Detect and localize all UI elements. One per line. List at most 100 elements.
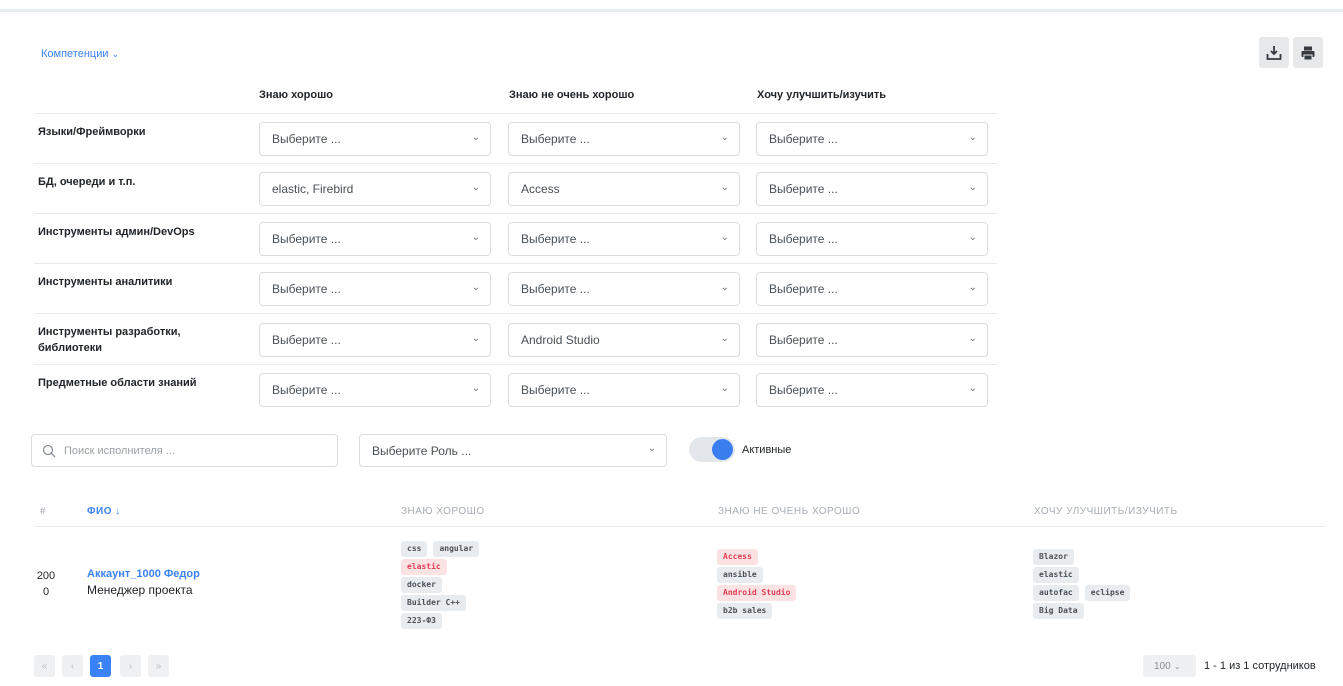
matrix-row-label: Языки/Фреймворки — [38, 126, 146, 138]
select-value: Выберите ... — [272, 383, 341, 397]
select-know-well[interactable]: Выберите ... ⌄ — [259, 323, 491, 357]
sort-arrow-down-icon: ↓ — [115, 506, 121, 517]
chevron-down-icon: ⌄ — [968, 132, 977, 143]
chevron-down-icon: ⌄ — [720, 383, 729, 394]
skill-tag-highlighted: elastic — [401, 559, 447, 575]
col-header-num: # — [40, 506, 47, 517]
pager-page-1[interactable]: 1 — [90, 655, 111, 677]
select-want[interactable]: Выберите ... ⌄ — [756, 172, 988, 206]
search-icon — [42, 444, 56, 457]
skill-tag: css — [401, 541, 428, 557]
chevron-down-icon: ⌄ — [720, 132, 729, 143]
matrix-header-know-poor: Знаю не очень хорошо — [509, 89, 635, 101]
col-header-know-well: ЗНАЮ ХОРОШО — [401, 506, 485, 517]
chevron-down-icon: ⌄ — [471, 383, 480, 394]
active-toggle[interactable] — [689, 437, 735, 462]
select-know-poor[interactable]: Access ⌄ — [508, 172, 740, 206]
select-value: Выберите ... — [769, 282, 838, 296]
pager-next-button[interactable]: › — [120, 655, 141, 677]
select-know-well[interactable]: Выберите ... ⌄ — [259, 222, 491, 256]
select-value: Выберите ... — [769, 333, 838, 347]
matrix-header-know-well: Знаю хорошо — [259, 89, 333, 101]
pager-first-button[interactable]: « — [34, 655, 55, 677]
matrix-row-devops: Инструменты админ/DevOps Выберите ... ⌄ В… — [34, 213, 997, 263]
select-know-poor[interactable]: Выберите ... ⌄ — [508, 122, 740, 156]
chevron-down-icon: ⌄ — [720, 282, 729, 293]
select-value: Выберите ... — [769, 132, 838, 146]
skill-tag: angular — [433, 541, 480, 557]
person-name-link[interactable]: Аккаунт_1000 Федор — [87, 568, 200, 580]
matrix-row-analytics: Инструменты аналитики Выберите ... ⌄ Выбе… — [34, 263, 997, 313]
skill-tag: docker — [401, 577, 442, 593]
chevron-down-icon: ⌄ — [720, 333, 729, 344]
select-value: Выберите ... — [521, 132, 590, 146]
pager-prev-button[interactable]: ‹ — [62, 655, 83, 677]
print-button[interactable] — [1293, 37, 1323, 68]
select-value: Android Studio — [521, 333, 600, 347]
select-value: Выберите ... — [769, 383, 838, 397]
row-number-line1: 200 — [36, 570, 56, 582]
pagination-info: 1 - 1 из 1 сотрудников — [1204, 660, 1316, 672]
select-want[interactable]: Выберите ... ⌄ — [756, 222, 988, 256]
select-want[interactable]: Выберите ... ⌄ — [756, 373, 988, 407]
chevron-down-icon: ⌄ — [111, 49, 120, 59]
page-size-value: 100 — [1154, 660, 1171, 672]
chevron-down-icon: ⌄ — [720, 232, 729, 243]
select-know-well[interactable]: Выберите ... ⌄ — [259, 122, 491, 156]
download-button[interactable] — [1259, 37, 1289, 68]
matrix-row-dev-tools: Инструменты разработки, библиотеки Выбер… — [34, 313, 997, 364]
select-know-poor[interactable]: Выберите ... ⌄ — [508, 272, 740, 306]
chevron-down-icon: ⌄ — [968, 182, 977, 193]
select-value: elastic, Firebird — [272, 182, 354, 196]
role-select-value: Выберите Роль ... — [372, 443, 472, 458]
top-divider — [0, 9, 1343, 12]
matrix-row-label: Предметные области знаний — [38, 377, 197, 389]
matrix-row-label: Инструменты разработки, библиотеки — [38, 326, 181, 354]
page-size-select[interactable]: 100 ⌄ — [1143, 655, 1196, 677]
select-value: Access — [521, 182, 560, 196]
select-want[interactable]: Выберите ... ⌄ — [756, 122, 988, 156]
matrix-row-domains: Предметные области знаний Выберите ... ⌄ … — [34, 364, 997, 414]
col-header-want: ХОЧУ УЛУЧШИТЬ/ИЗУЧИТЬ — [1034, 506, 1178, 517]
select-value: Выберите ... — [272, 333, 341, 347]
chevron-down-icon: ⌄ — [647, 443, 656, 454]
select-value: Выберите ... — [521, 383, 590, 397]
select-know-well[interactable]: Выберите ... ⌄ — [259, 373, 491, 407]
toggle-knob — [712, 439, 733, 460]
select-know-poor[interactable]: Выберите ... ⌄ — [508, 222, 740, 256]
select-know-poor[interactable]: Android Studio ⌄ — [508, 323, 740, 357]
select-want[interactable]: Выберите ... ⌄ — [756, 272, 988, 306]
matrix-row-label: Инструменты аналитики — [38, 276, 173, 288]
chevron-down-icon: ⌄ — [720, 182, 729, 193]
matrix-header-want: Хочу улучшить/изучить — [757, 89, 887, 101]
tags-want: Blazor elastic autofac eclipse Big Data — [1033, 549, 1131, 621]
matrix-row-label: Инструменты админ/DevOps — [38, 226, 195, 238]
pager-last-button[interactable]: » — [148, 655, 169, 677]
select-want[interactable]: Выберите ... ⌄ — [756, 323, 988, 357]
search-input[interactable]: Поиск исполнителя ... — [31, 434, 338, 467]
chevron-down-icon: ⌄ — [471, 182, 480, 193]
skill-tag: Big Data — [1033, 603, 1084, 619]
select-know-poor[interactable]: Выберите ... ⌄ — [508, 373, 740, 407]
select-value: Выберите ... — [272, 132, 341, 146]
chevron-down-icon: ⌄ — [968, 383, 977, 394]
row-number: 200 0 — [36, 568, 56, 600]
active-toggle-label: Активные — [742, 444, 792, 456]
select-know-well[interactable]: elastic, Firebird ⌄ — [259, 172, 491, 206]
select-value: Выберите ... — [272, 282, 341, 296]
tags-know-poor: Access ansible Android Studio b2b sales — [717, 549, 797, 621]
select-value: Выберите ... — [521, 232, 590, 246]
select-know-well[interactable]: Выберите ... ⌄ — [259, 272, 491, 306]
skill-tag: Builder C++ — [401, 595, 466, 611]
chevron-down-icon: ⌄ — [471, 333, 480, 344]
competencies-toggle[interactable]: Компетенции ⌄ — [41, 48, 119, 60]
search-placeholder: Поиск исполнителя ... — [64, 444, 175, 457]
chevron-down-icon: ⌄ — [968, 282, 977, 293]
skill-tag: Blazor — [1033, 549, 1074, 565]
role-select[interactable]: Выберите Роль ... ⌄ — [359, 434, 667, 467]
col-header-fio[interactable]: ФИО ↓ — [87, 506, 121, 517]
skill-tag: elastic — [1033, 567, 1079, 583]
col-header-know-poor: ЗНАЮ НЕ ОЧЕНЬ ХОРОШО — [718, 506, 861, 517]
competencies-toggle-label: Компетенции — [41, 48, 109, 60]
row-number-line2: 0 — [42, 586, 50, 598]
